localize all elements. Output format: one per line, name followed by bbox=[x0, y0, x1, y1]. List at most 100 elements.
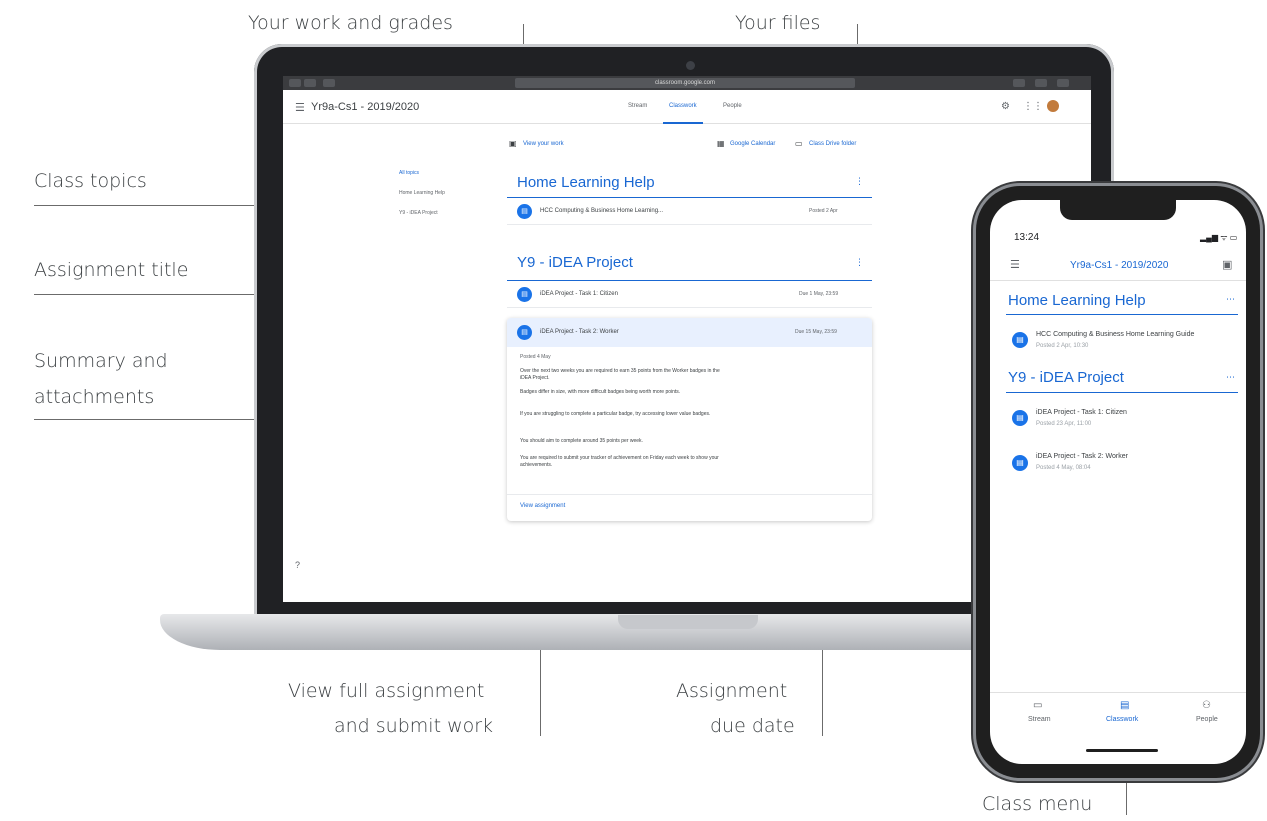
address-bar[interactable]: classroom.google.com bbox=[515, 78, 855, 88]
phone-item-posted: Posted 4 May, 08:04 bbox=[1036, 465, 1091, 471]
hamburger-menu-icon[interactable]: ☰ bbox=[1010, 258, 1020, 271]
help-icon[interactable]: ? bbox=[295, 560, 300, 570]
list-item[interactable]: ▤ HCC Computing & Business Home Learning… bbox=[507, 199, 872, 225]
laptop-notch bbox=[618, 615, 758, 629]
material-icon: ▤ bbox=[517, 204, 532, 219]
folder-icon[interactable]: ▭ bbox=[795, 139, 803, 148]
calendar-icon[interactable]: ▦ bbox=[717, 139, 725, 148]
section-divider bbox=[1006, 314, 1238, 315]
phone-section-title: Home Learning Help bbox=[1008, 292, 1146, 309]
nav-stream[interactable]: Stream bbox=[1028, 716, 1051, 723]
instructions-paragraph: Over the next two weeks you are required… bbox=[520, 368, 720, 381]
laptop-screen: classroom.google.com ☰ Yr9a-Cs1 - 2019/2… bbox=[283, 76, 1091, 602]
nav-classwork[interactable]: Classwork bbox=[1106, 716, 1138, 723]
avatar[interactable] bbox=[1047, 100, 1059, 112]
section-more-icon[interactable]: ⋮ bbox=[855, 257, 864, 268]
topic-idea-project[interactable]: Y9 - iDEA Project bbox=[399, 210, 438, 216]
callout-class-menu: Class menu bbox=[982, 793, 1093, 815]
section-divider bbox=[1006, 392, 1238, 393]
topic-home-learning-help[interactable]: Home Learning Help bbox=[399, 190, 445, 196]
assignment-title: iDEA Project - Task 1: Citizen bbox=[540, 291, 618, 297]
assignment-title: iDEA Project - Task 2: Worker bbox=[540, 329, 619, 335]
instructions-paragraph: You are required to submit your tracker … bbox=[520, 455, 719, 468]
browser-chrome: classroom.google.com bbox=[283, 76, 1091, 90]
assignment-icon[interactable]: ▤ bbox=[1012, 410, 1028, 426]
instructions-paragraph: You should aim to complete around 35 poi… bbox=[520, 438, 643, 444]
apps-grid-icon[interactable]: ⋮⋮ bbox=[1023, 101, 1043, 112]
google-calendar-link[interactable]: Google Calendar bbox=[730, 141, 775, 147]
active-tab-indicator bbox=[663, 122, 703, 124]
posted-date: Posted 4 May bbox=[520, 354, 551, 360]
callout-summary-line2: attachments bbox=[34, 386, 155, 408]
back-button[interactable] bbox=[289, 79, 301, 87]
sidebar-toggle-button[interactable] bbox=[323, 79, 335, 87]
bottom-nav-divider bbox=[990, 692, 1246, 693]
assignment-icon: ▤ bbox=[517, 325, 532, 340]
tab-people[interactable]: People bbox=[723, 103, 742, 109]
status-time: 13:24 bbox=[1014, 232, 1040, 243]
view-your-work-link[interactable]: View your work bbox=[523, 141, 564, 147]
tabs-button[interactable] bbox=[1057, 79, 1069, 87]
material-icon[interactable]: ▤ bbox=[1012, 332, 1028, 348]
top-bar-divider bbox=[990, 280, 1246, 281]
assignment-icon[interactable]: ▤ bbox=[1012, 455, 1028, 471]
item-title: HCC Computing & Business Home Learning..… bbox=[540, 208, 664, 214]
phone-item-title[interactable]: HCC Computing & Business Home Learning G… bbox=[1036, 331, 1194, 338]
tab-stream[interactable]: Stream bbox=[628, 103, 647, 109]
share-button[interactable] bbox=[1013, 79, 1025, 87]
section-divider bbox=[507, 280, 872, 281]
class-title[interactable]: Yr9a-Cs1 - 2019/2020 bbox=[311, 101, 419, 113]
phone-class-title: Yr9a-Cs1 - 2019/2020 bbox=[1070, 260, 1169, 271]
settings-gear-icon[interactable]: ⚙ bbox=[1001, 101, 1010, 112]
stream-icon[interactable]: ▭ bbox=[1033, 700, 1042, 711]
laptop-camera bbox=[686, 61, 695, 70]
assignment-icon: ▤ bbox=[517, 287, 532, 302]
topic-all-topics[interactable]: All topics bbox=[399, 170, 419, 176]
phone-item-title[interactable]: iDEA Project - Task 2: Worker bbox=[1036, 453, 1128, 460]
item-posted-date: Posted 2 Apr bbox=[809, 208, 838, 214]
expanded-assignment-header[interactable]: ▤ iDEA Project - Task 2: Worker Due 15 M… bbox=[507, 318, 872, 347]
callout-assignment-title: Assignment title bbox=[34, 259, 189, 281]
section-title-home-learning: Home Learning Help bbox=[517, 174, 655, 191]
classroom-header: ☰ Yr9a-Cs1 - 2019/2020 Stream Classwork … bbox=[283, 90, 1091, 124]
callout-due-line2: due date bbox=[710, 715, 795, 737]
class-drive-folder-link[interactable]: Class Drive folder bbox=[809, 141, 856, 147]
phone-item-posted: Posted 2 Apr, 10:30 bbox=[1036, 343, 1089, 349]
callout-summary-line1: Summary and bbox=[34, 350, 168, 372]
tab-classwork[interactable]: Classwork bbox=[669, 103, 697, 109]
instructions-paragraph: If you are struggling to complete a part… bbox=[520, 411, 711, 417]
expanded-assignment-card: ▤ iDEA Project - Task 2: Worker Due 15 M… bbox=[507, 318, 872, 521]
section-title-idea-project: Y9 - iDEA Project bbox=[517, 254, 633, 271]
classwork-icon[interactable]: ▤ bbox=[1120, 700, 1129, 711]
forward-button[interactable] bbox=[304, 79, 316, 87]
card-divider bbox=[507, 494, 872, 495]
nav-people[interactable]: People bbox=[1196, 716, 1218, 723]
section-divider bbox=[507, 197, 872, 198]
assignment-row[interactable]: ▤ iDEA Project - Task 1: Citizen Due 1 M… bbox=[507, 282, 872, 308]
callout-due-line1: Assignment bbox=[676, 680, 788, 702]
phone-item-title[interactable]: iDEA Project - Task 1: Citizen bbox=[1036, 409, 1127, 416]
callout-your-files: Your files bbox=[735, 12, 821, 34]
instructions-paragraph: Badges differ in size, with more difficu… bbox=[520, 389, 681, 395]
view-assignment-link[interactable]: View assignment bbox=[520, 503, 565, 509]
callout-your-work: Your work and grades bbox=[248, 12, 453, 34]
people-icon[interactable]: ⚇ bbox=[1202, 700, 1211, 711]
section-more-icon[interactable]: ⋯ bbox=[1226, 372, 1235, 383]
home-indicator bbox=[1086, 749, 1158, 752]
phone-notch bbox=[1060, 200, 1176, 220]
phone-section-title: Y9 - iDEA Project bbox=[1008, 369, 1124, 386]
section-more-icon[interactable]: ⋮ bbox=[855, 176, 864, 187]
new-tab-button[interactable] bbox=[1035, 79, 1047, 87]
assignment-due-date: Due 1 May, 23:59 bbox=[799, 291, 839, 297]
phone-item-posted: Posted 23 Apr, 11:00 bbox=[1036, 421, 1092, 427]
status-icons: ▂▄▆ ᯤ ▭ bbox=[1200, 233, 1238, 242]
section-more-icon[interactable]: ⋯ bbox=[1226, 294, 1235, 305]
view-work-icon[interactable]: ▣ bbox=[509, 139, 517, 148]
phone-screen: 13:24 ▂▄▆ ᯤ ▭ ☰ Yr9a-Cs1 - 2019/2020 ▣ H… bbox=[990, 200, 1246, 764]
calendar-icon[interactable]: ▣ bbox=[1222, 258, 1232, 271]
assignment-due-date: Due 15 May, 23:59 bbox=[795, 329, 837, 335]
callout-view-full-line2: and submit work bbox=[334, 715, 494, 737]
callout-class-topics: Class topics bbox=[34, 170, 147, 192]
callout-view-full-line1: View full assignment bbox=[288, 680, 485, 702]
hamburger-menu-icon[interactable]: ☰ bbox=[295, 101, 305, 114]
